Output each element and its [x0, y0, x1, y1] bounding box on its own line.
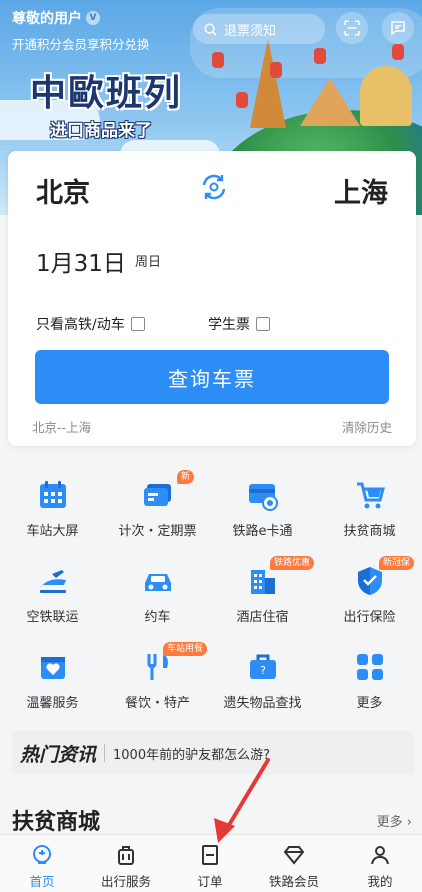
- lantern-illustration: [314, 48, 326, 64]
- service-label: 更多: [356, 696, 383, 711]
- tab-travel-services[interactable]: 出行服务: [84, 835, 168, 892]
- scan-button[interactable]: [336, 12, 368, 44]
- service-ecard[interactable]: 铁路e卡通: [210, 466, 315, 546]
- scan-icon: [344, 20, 360, 36]
- lantern-illustration: [392, 44, 404, 60]
- service-more[interactable]: 更多: [317, 638, 422, 718]
- home-icon: [33, 845, 51, 864]
- tab-label: 订单: [197, 874, 223, 889]
- promo-tag: 新冠保: [379, 556, 415, 570]
- service-label: 酒店住宿: [236, 610, 289, 625]
- cart-icon: [356, 482, 385, 509]
- new-tag: 新: [177, 470, 195, 484]
- service-air-rail[interactable]: 空铁联运: [0, 552, 105, 632]
- heart-bag-icon: [40, 657, 65, 679]
- service-station-screen[interactable]: 车站大屏: [0, 466, 105, 546]
- user-greeting[interactable]: 尊敬的用户 V: [12, 8, 100, 28]
- suitcase-icon: ?: [249, 654, 276, 679]
- hot-news-bar[interactable]: 热门资讯 1000年前的驴友都怎么游?: [12, 731, 414, 775]
- tab-home[interactable]: 首页: [0, 835, 84, 892]
- service-label: 车站大屏: [26, 524, 79, 539]
- calendar-icon: [39, 481, 66, 508]
- luggage-icon: [118, 846, 134, 865]
- section-title: 扶贫商城: [12, 810, 101, 835]
- hot-news-text[interactable]: 1000年前的驴友都怎么游?: [113, 744, 270, 763]
- gaotie-only-option[interactable]: 只看高铁/动车: [36, 314, 145, 334]
- tab-label: 我的: [367, 874, 393, 889]
- service-label: 约车: [144, 610, 171, 625]
- pyramid-illustration: [300, 78, 360, 126]
- person-icon: [371, 846, 389, 865]
- student-ticket-label: 学生票: [208, 317, 250, 333]
- service-periodic-ticket[interactable]: 新 计次・定期票: [105, 466, 210, 546]
- tab-label: 铁路会员: [268, 874, 319, 889]
- divider: [104, 744, 106, 762]
- service-car-hailing[interactable]: 约车: [105, 552, 210, 632]
- service-food[interactable]: 车站用餐 餐饮・特产: [105, 638, 210, 718]
- grid-icon: [356, 654, 383, 680]
- lantern-illustration: [270, 62, 282, 78]
- tab-orders[interactable]: 订单: [168, 835, 252, 892]
- service-label: 餐饮・特产: [124, 696, 190, 711]
- to-station[interactable]: 上海: [334, 171, 388, 210]
- message-button[interactable]: [382, 12, 414, 44]
- tab-label: 首页: [29, 874, 55, 889]
- service-label: 计次・定期票: [118, 524, 197, 539]
- banner-title: 中歐班列: [30, 73, 183, 114]
- order-icon: [202, 845, 218, 865]
- departure-weekday: 周日: [135, 255, 162, 270]
- more-link[interactable]: 更多 ›: [377, 811, 412, 830]
- service-label: 空铁联运: [26, 610, 79, 625]
- service-insurance[interactable]: 新冠保 出行保险: [317, 552, 422, 632]
- ecard-icon: [248, 484, 278, 511]
- search-icon: [204, 22, 217, 36]
- gaotie-only-label: 只看高铁/动车: [36, 317, 125, 333]
- tab-membership[interactable]: 铁路会员: [252, 835, 336, 892]
- promo-tag: 车站用餐: [163, 642, 208, 656]
- student-ticket-checkbox[interactable]: [256, 317, 270, 331]
- search-placeholder: 退票须知: [224, 23, 277, 39]
- departure-date[interactable]: 1月31日: [36, 244, 126, 278]
- service-care[interactable]: 温馨服务: [0, 638, 105, 718]
- member-link[interactable]: 开通积分会员享积分兑换: [12, 34, 150, 53]
- promo-tag: 铁路优惠: [270, 556, 315, 570]
- service-label: 扶贫商城: [343, 524, 396, 539]
- service-lost-found[interactable]: ? 遗失物品查找: [210, 638, 315, 718]
- car-icon: [144, 574, 171, 591]
- banner-subtitle: 进口商品来了: [50, 121, 152, 141]
- vip-badge-icon: V: [86, 11, 100, 25]
- train-plane-icon: [39, 570, 66, 593]
- dome-illustration: [360, 66, 412, 126]
- message-icon: [391, 21, 405, 36]
- tab-label: 出行服务: [100, 874, 151, 889]
- student-ticket-option[interactable]: 学生票: [208, 314, 270, 334]
- greeting-text: 尊敬的用户: [12, 11, 82, 27]
- ticket-card-icon: [143, 484, 171, 506]
- hot-news-heading: 热门资讯: [20, 743, 97, 766]
- service-label: 出行保险: [343, 610, 396, 625]
- lantern-illustration: [236, 92, 248, 108]
- service-poverty-mall[interactable]: 扶贫商城: [317, 466, 422, 546]
- ticket-search-card: 北京 上海 1月31日 周日 只看高铁/动车 学生票 查询车票 北京--上海 清…: [8, 151, 416, 446]
- tower-illustration: [250, 38, 286, 128]
- from-station[interactable]: 北京: [36, 171, 90, 210]
- diamond-icon: [283, 846, 305, 865]
- clear-history-button[interactable]: 清除历史: [342, 417, 392, 436]
- bottom-tab-bar: 首页 出行服务 订单 铁路会员 我的: [0, 834, 422, 892]
- gaotie-only-checkbox[interactable]: [130, 317, 145, 331]
- svg-text:?: ?: [260, 664, 266, 677]
- service-label: 铁路e卡通: [232, 524, 293, 539]
- more-link-label: 更多: [376, 815, 403, 830]
- search-input[interactable]: 退票须知: [193, 14, 325, 44]
- lantern-illustration: [212, 52, 224, 68]
- search-history-item[interactable]: 北京--上海: [32, 417, 91, 436]
- service-hotel[interactable]: 铁路优惠 酒店住宿: [210, 552, 315, 632]
- swap-stations-icon[interactable]: [198, 171, 230, 203]
- tab-profile[interactable]: 我的: [338, 835, 422, 892]
- service-label: 温馨服务: [26, 696, 79, 711]
- service-label: 遗失物品查找: [223, 696, 302, 711]
- query-tickets-button[interactable]: 查询车票: [35, 350, 389, 404]
